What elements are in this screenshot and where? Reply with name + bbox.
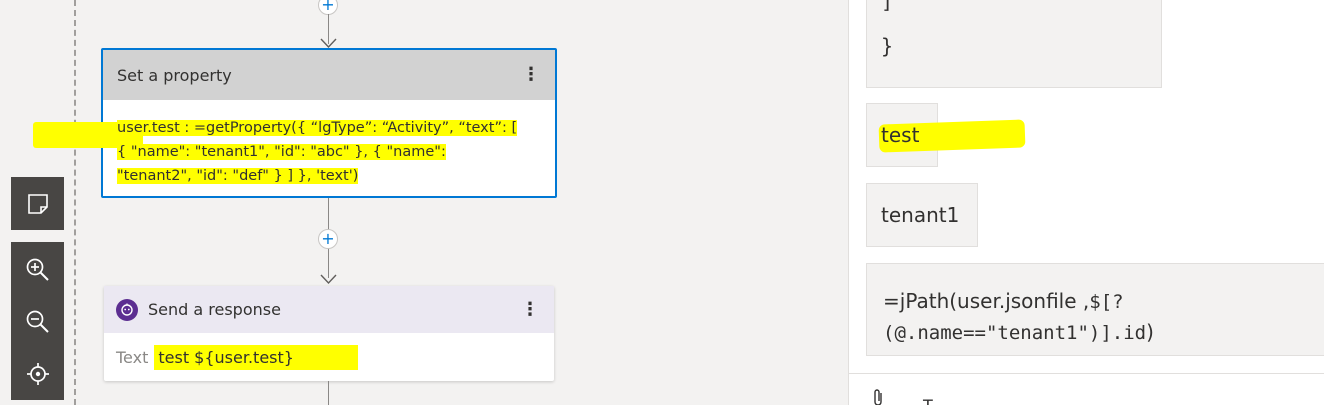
set-property-card[interactable]: Set a property ⋮ user.test : =getPropert…	[33, 48, 557, 198]
send-response-body: Text test ${user.test}	[104, 333, 554, 382]
zoom-in-button[interactable]	[11, 244, 64, 296]
bot-message-jpath: =jPath(user.jsonfile ,$[? (@.name=="tena…	[866, 263, 1324, 356]
text-field-value: test ${user.test}	[154, 345, 358, 370]
arrow-down-icon	[320, 274, 337, 285]
message-text: test	[881, 123, 920, 147]
fit-to-screen-button[interactable]	[11, 348, 64, 400]
zoom-out-icon	[26, 310, 49, 333]
send-response-card[interactable]: Send a response ⋮ Text test ${user.test}	[104, 286, 554, 381]
set-property-card-header[interactable]: Set a property ⋮	[103, 50, 555, 100]
chat-input-bar[interactable]: T	[849, 373, 1324, 405]
jpath-filter-expression: (@.name=="tenant1")].id	[883, 322, 1147, 344]
fit-to-screen-icon	[26, 363, 49, 385]
attachment-icon[interactable]	[871, 388, 885, 405]
zoom-in-icon	[26, 258, 49, 281]
message-text: tenant1	[881, 203, 960, 227]
bot-message-json: ] }	[866, 0, 1162, 88]
json-line-bracket: ]	[881, 0, 894, 13]
minimap-icon	[27, 193, 48, 214]
zoom-toolbar	[11, 242, 64, 400]
bot-icon	[116, 298, 138, 321]
chat-panel: ] } test tenant1 =jPath(user.jsonfile ,$…	[848, 0, 1324, 405]
minimap-button[interactable]	[11, 177, 64, 230]
jpath-prefix: =jPath(user.jsonfile ,	[883, 289, 1090, 313]
connector-line	[328, 381, 329, 405]
more-options-icon[interactable]: ⋮	[520, 300, 540, 319]
jpath-close: )	[1146, 320, 1154, 344]
json-line-brace: }	[881, 34, 894, 58]
add-step-button-middle[interactable]: +	[318, 229, 338, 249]
expression-line-2: { "name": "tenant1", "id": "abc" }, { "n…	[117, 144, 446, 160]
add-step-button-top[interactable]: +	[318, 0, 338, 15]
authoring-canvas[interactable]: + Set a property ⋮ user.test : =getPrope…	[0, 0, 848, 405]
text-input-icon[interactable]: T	[923, 396, 933, 405]
set-property-expression: user.test : =getProperty({ “lgType”: “Ac…	[33, 100, 555, 188]
text-field-label: Text	[116, 348, 149, 367]
send-response-title: Send a response	[148, 300, 281, 319]
set-property-title: Set a property	[117, 65, 232, 85]
canvas-boundary-line	[74, 0, 76, 405]
bot-message-tenant: tenant1	[866, 183, 978, 247]
zoom-out-button[interactable]	[11, 296, 64, 348]
bot-message-test: test	[866, 103, 1026, 167]
send-response-card-header[interactable]: Send a response ⋮	[104, 286, 554, 333]
jpath-filter-start: $[?	[1089, 291, 1124, 313]
expression-line-3: "tenant2", "id": "def" } ] }, 'text')	[117, 168, 359, 184]
expression-line-1: user.test : =getProperty({ “lgType”: “Ac…	[117, 120, 518, 136]
more-options-icon[interactable]: ⋮	[521, 66, 541, 84]
